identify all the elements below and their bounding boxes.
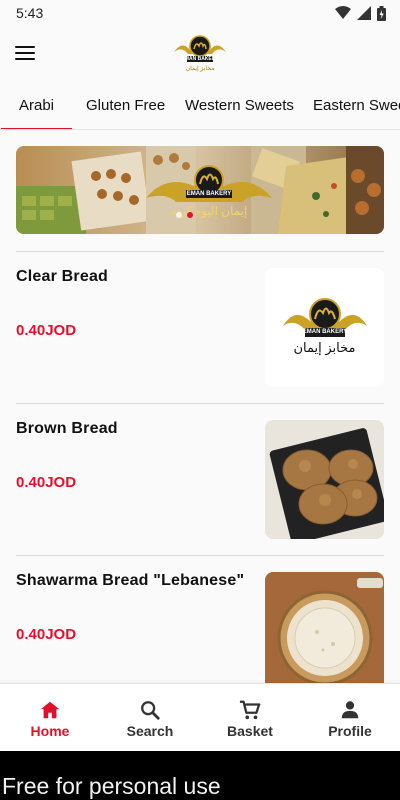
product-image: [265, 572, 384, 691]
nav-profile[interactable]: Profile: [300, 684, 400, 752]
nav-search-label: Search: [126, 723, 174, 739]
product-price: 0.40JOD: [16, 474, 77, 491]
bottom-navigation: Home Search Basket Profile: [0, 683, 400, 751]
banner-image: [16, 146, 384, 234]
product-name: Brown Bread: [16, 420, 118, 437]
tab-arabi[interactable]: Arabi: [0, 82, 73, 129]
nav-search[interactable]: Search: [100, 684, 200, 752]
status-time: 5:43: [16, 5, 44, 21]
category-tabs: Arabi Gluten Free Western Sweets Eastern…: [0, 82, 400, 130]
banner-brand-text: EMAN BAKERY: [186, 191, 232, 197]
banner-arabic-text: إيمان البوجكرية: [170, 204, 248, 218]
product-price: 0.40JOD: [16, 322, 77, 339]
tab-western-sweets[interactable]: Western Sweets: [185, 82, 294, 129]
product-card[interactable]: Clear Bread 0.40JOD EMAN BAKERY مخابز إي…: [0, 252, 400, 402]
tab-eastern-sweets[interactable]: Eastern Sweets: [313, 82, 400, 129]
logo-brand-text: EMAN BAKERY: [181, 56, 219, 62]
product-name: Clear Bread: [16, 268, 109, 285]
nav-basket-label: Basket: [227, 723, 273, 739]
product-image-arabic: مخابز إيمان: [293, 340, 356, 355]
menu-icon: [15, 46, 35, 48]
carousel-dot-active[interactable]: [187, 212, 193, 218]
product-image: [265, 420, 384, 539]
promo-banner[interactable]: EMAN BAKERY إيمان البوجكرية: [16, 146, 384, 234]
tab-gluten-free[interactable]: Gluten Free: [86, 82, 165, 129]
menu-button[interactable]: [12, 40, 38, 66]
product-price: 0.40JOD: [16, 626, 77, 643]
signal-icon: [357, 6, 371, 20]
status-icons: [335, 5, 386, 21]
nav-basket[interactable]: Basket: [200, 684, 300, 752]
wifi-icon: [335, 6, 351, 19]
brown-bread-photo: [265, 420, 384, 539]
person-icon: [341, 701, 359, 719]
carousel-dot[interactable]: [176, 212, 182, 218]
product-card[interactable]: Brown Bread 0.40JOD: [0, 404, 400, 554]
battery-icon: [377, 5, 386, 21]
carousel-dots: [176, 212, 193, 218]
app-bar: EMAN BAKERY مخابز إيمان: [0, 26, 400, 82]
cart-icon: [239, 700, 261, 720]
nav-home[interactable]: Home: [0, 684, 100, 752]
product-image-brand: EMAN BAKERY: [302, 329, 348, 335]
bakery-logo-image: [265, 268, 384, 387]
watermark-text: Free for personal use: [2, 773, 221, 799]
home-icon: [40, 701, 60, 719]
logo-arabic-text: مخابز إيمان: [185, 66, 215, 72]
shawarma-bread-photo: [265, 572, 384, 691]
status-bar: 5:43: [0, 0, 400, 26]
nav-profile-label: Profile: [328, 723, 372, 739]
product-image: EMAN BAKERY مخابز إيمان: [265, 268, 384, 387]
search-icon: [141, 701, 160, 720]
bakery-logo: EMAN BAKERY مخابز إيمان: [172, 32, 228, 76]
product-name: Shawarma Bread "Lebanese": [16, 572, 245, 589]
watermark-bar: Free for personal use: [0, 751, 400, 800]
nav-home-label: Home: [30, 723, 70, 739]
